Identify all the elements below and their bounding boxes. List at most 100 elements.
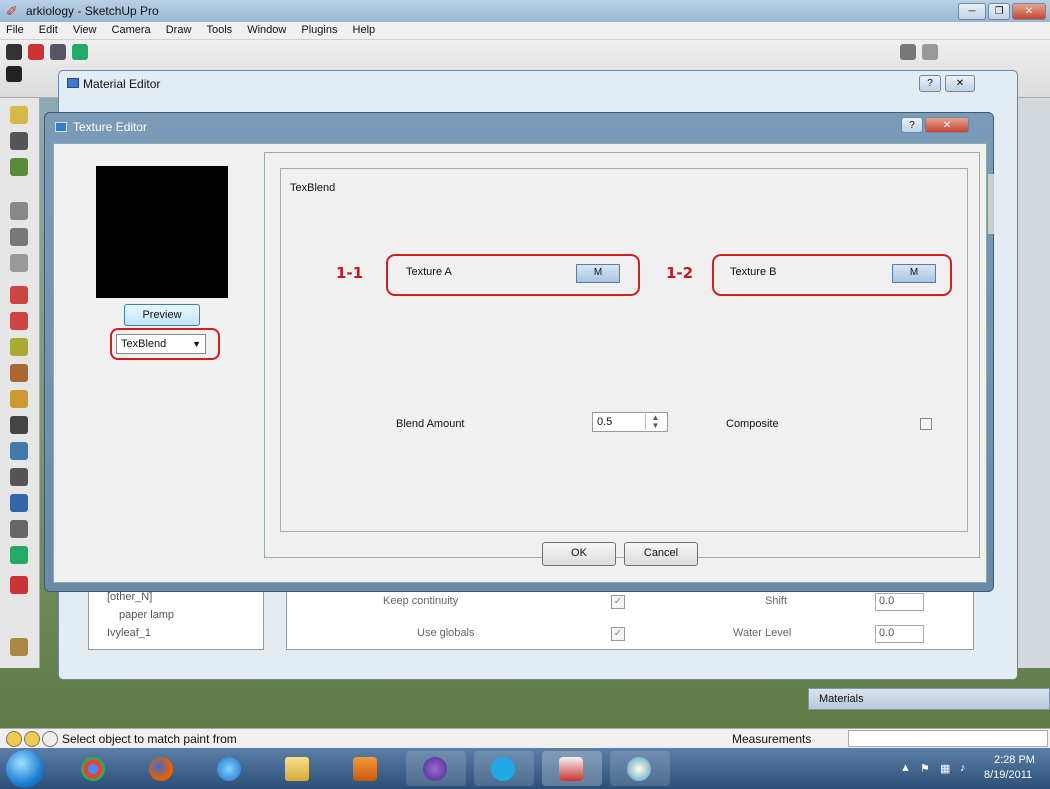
minimize-button[interactable]: ─ <box>958 3 986 20</box>
walk-tool-icon[interactable] <box>10 520 28 538</box>
tape-tool-icon[interactable] <box>10 416 28 434</box>
measurements-input[interactable] <box>848 730 1048 747</box>
keep-continuity-checkbox[interactable]: ✓ <box>611 595 625 609</box>
rotate-tool-icon[interactable] <box>10 312 28 330</box>
tree-item[interactable]: [other_N] <box>107 591 152 603</box>
left-toolbar <box>0 98 40 668</box>
tree-item[interactable]: paper lamp <box>119 609 174 621</box>
followme-tool-icon[interactable] <box>10 364 28 382</box>
clock-time[interactable]: 2:28 PM <box>994 754 1035 766</box>
material-editor-title: Material Editor <box>83 77 161 91</box>
spin-arrows-icon[interactable]: ▲ ▼ <box>645 414 665 430</box>
orbit-tool-icon[interactable] <box>10 442 28 460</box>
menu-file[interactable]: File <box>0 22 30 38</box>
right-dock <box>1018 98 1050 668</box>
paint-tool-icon[interactable] <box>72 44 88 60</box>
taskbar-chrome[interactable] <box>64 751 124 786</box>
paint-bucket-tool-icon[interactable] <box>10 158 28 176</box>
pan-tool-icon[interactable] <box>922 44 938 60</box>
taskbar-explorer[interactable] <box>268 751 328 786</box>
measurements-label: Measurements <box>732 732 812 746</box>
zoom-tool-icon[interactable] <box>10 468 28 486</box>
status-bar: Select object to match paint from Measur… <box>0 728 1050 748</box>
window-icon <box>55 122 67 132</box>
select-tool-icon[interactable] <box>6 44 22 60</box>
app-icon <box>423 757 447 781</box>
taskbar-app[interactable] <box>406 751 466 786</box>
taskbar-skype[interactable] <box>474 751 534 786</box>
composite-checkbox[interactable] <box>920 418 932 430</box>
texture-b-map-button[interactable]: M <box>892 264 936 283</box>
blend-amount-spinbox[interactable]: 0.5 ▲ ▼ <box>592 412 668 432</box>
use-globals-label: Use globals <box>417 627 475 639</box>
taskbar-paint[interactable] <box>610 751 670 786</box>
taskbar-media[interactable] <box>336 751 396 786</box>
tree-item[interactable]: Ivyleaf_1 <box>107 627 151 639</box>
menu-plugins[interactable]: Plugins <box>295 22 343 38</box>
polygon-tool-icon[interactable] <box>10 254 28 272</box>
blend-amount-value: 0.5 <box>597 416 613 428</box>
preview-button[interactable]: Preview <box>124 304 200 326</box>
flag-icon[interactable]: ⚑ <box>920 762 930 775</box>
material-tree: [other_N] paper lamp Ivyleaf_1 <box>88 588 264 650</box>
texture-type-select[interactable]: TexBlend ▼ <box>116 334 206 354</box>
network-icon[interactable]: ▦ <box>940 762 950 775</box>
taskbar: ▲ ⚑ ▦ ♪ 2:28 PM 8/19/2011 <box>0 748 1050 789</box>
cancel-button[interactable]: Cancel <box>624 542 698 566</box>
maximize-button[interactable]: ❐ <box>988 3 1010 20</box>
pointer-tool-icon[interactable] <box>10 132 28 150</box>
lasso-tool-icon[interactable] <box>10 106 28 124</box>
menu-tools[interactable]: Tools <box>200 22 238 38</box>
taskbar-sketchup[interactable] <box>542 751 602 786</box>
close-icon[interactable]: ✕ <box>925 117 969 133</box>
materials-tray[interactable]: Materials <box>808 688 1050 710</box>
taskbar-ie[interactable] <box>200 751 260 786</box>
texture-a-map-button[interactable]: M <box>576 264 620 283</box>
menu-draw[interactable]: Draw <box>160 22 198 38</box>
show-hidden-icons[interactable]: ▲ <box>900 762 911 774</box>
use-globals-checkbox[interactable]: ✓ <box>611 627 625 641</box>
move-tool-icon[interactable] <box>10 286 28 304</box>
help-icon[interactable]: ? <box>919 75 941 92</box>
volume-icon[interactable]: ♪ <box>960 762 966 774</box>
shift-field[interactable]: 0.0 <box>875 593 924 611</box>
group-label: TexBlend <box>288 182 338 194</box>
start-button[interactable] <box>6 750 44 788</box>
geo-location-icon[interactable] <box>6 731 22 747</box>
section-tool-icon[interactable] <box>10 576 28 594</box>
close-icon[interactable]: ✕ <box>945 75 975 92</box>
close-button[interactable]: ✕ <box>1012 3 1046 20</box>
rectangle-tool-icon[interactable] <box>10 202 28 220</box>
pushpull-tool-icon[interactable] <box>10 338 28 356</box>
texture-b-label: Texture B <box>730 266 777 278</box>
offset-tool-icon[interactable] <box>10 390 28 408</box>
menu-edit[interactable]: Edit <box>33 22 64 38</box>
menu-view[interactable]: View <box>67 22 103 38</box>
help-circle-icon[interactable] <box>42 731 58 747</box>
orbit-tool-icon[interactable] <box>900 44 916 60</box>
window-title: arkiology - SketchUp Pro <box>26 4 159 18</box>
circle-tool-icon[interactable] <box>10 228 28 246</box>
menu-help[interactable]: Help <box>347 22 382 38</box>
help-icon[interactable]: ? <box>901 117 923 133</box>
sketchup-window: ✐ arkiology - SketchUp Pro ─ ❐ ✕ File Ed… <box>0 0 1050 748</box>
lookaround-tool-icon[interactable] <box>10 546 28 564</box>
taskbar-firefox[interactable] <box>132 751 192 786</box>
chevron-down-icon: ▼ <box>192 339 201 349</box>
menu-window[interactable]: Window <box>241 22 292 38</box>
chrome-icon <box>81 757 105 781</box>
scrollbar[interactable] <box>988 174 994 234</box>
menu-camera[interactable]: Camera <box>106 22 157 38</box>
ok-button[interactable]: OK <box>542 542 616 566</box>
zoom-extents-tool-icon[interactable] <box>10 494 28 512</box>
eraser-tool-icon[interactable] <box>50 44 66 60</box>
delete-tool-icon[interactable] <box>6 66 22 82</box>
water-level-field[interactable]: 0.0 <box>875 625 924 643</box>
clock-date[interactable]: 8/19/2011 <box>984 769 1032 781</box>
blend-amount-label: Blend Amount <box>396 418 465 430</box>
texture-a-label: Texture A <box>406 266 452 278</box>
pencil-tool-icon[interactable] <box>28 44 44 60</box>
dialog-title-bar: Texture Editor ? ✕ <box>45 113 995 141</box>
credits-icon[interactable] <box>24 731 40 747</box>
plugin-tool-icon[interactable] <box>10 638 28 656</box>
